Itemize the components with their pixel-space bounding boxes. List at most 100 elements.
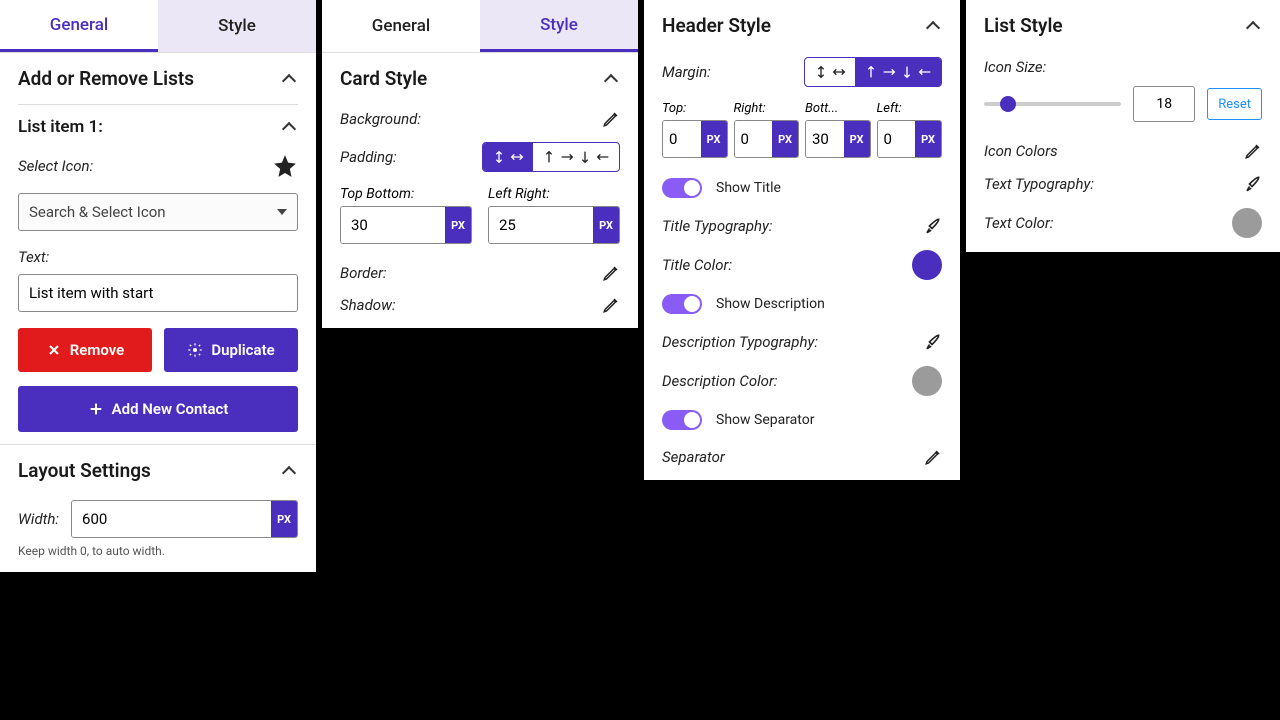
section-toggle-layout[interactable]: Layout Settings — [18, 459, 298, 482]
section-title: Header Style — [662, 14, 771, 37]
padding-linked-mode[interactable] — [483, 143, 533, 171]
border-row: Border: — [340, 264, 620, 282]
tab-style[interactable]: Style — [158, 0, 316, 52]
margin-bottom-input[interactable] — [806, 121, 844, 157]
select-placeholder: Search & Select Icon — [29, 203, 166, 221]
margin-left-input[interactable] — [878, 121, 916, 157]
description-color-row: Description Color: — [662, 366, 942, 396]
title-color-swatch[interactable] — [912, 250, 942, 280]
panel-header-style: Header Style Margin: Top: — [644, 0, 960, 480]
chevron-up-icon — [928, 19, 942, 33]
width-help-text: Keep width 0, to auto width. — [18, 544, 298, 558]
icon-size-input[interactable] — [1133, 86, 1195, 122]
panel-card-style: General Style Card Style Background: Pad… — [322, 0, 638, 328]
text-field-group: Text: — [18, 247, 298, 312]
pencil-icon[interactable] — [924, 448, 942, 466]
list-item-header[interactable]: List item 1: — [18, 117, 298, 137]
brush-icon[interactable] — [922, 216, 942, 236]
margin-left-label: Left: — [877, 101, 943, 116]
brush-icon[interactable] — [922, 332, 942, 352]
unit-badge[interactable]: PX — [844, 121, 870, 157]
padding-label: Padding: — [340, 148, 397, 166]
width-label: Width: — [18, 510, 59, 528]
margin-row: Margin: — [662, 57, 942, 87]
top-bottom-label: Top Bottom: — [340, 186, 472, 202]
icon-size-row: Reset — [984, 86, 1262, 122]
chevron-up-icon — [284, 72, 298, 86]
remove-button[interactable]: Remove — [18, 328, 152, 372]
panel-general: General Style Add or Remove Lists List i… — [0, 0, 316, 572]
description-color-swatch[interactable] — [912, 366, 942, 396]
icon-size-slider[interactable] — [984, 102, 1121, 106]
border-label: Border: — [340, 264, 387, 282]
unit-badge[interactable]: PX — [271, 501, 297, 537]
chevron-up-icon — [284, 464, 298, 478]
brush-icon[interactable] — [1242, 174, 1262, 194]
pencil-icon[interactable] — [602, 296, 620, 314]
section-header-style: Header Style Margin: Top: — [644, 0, 960, 480]
separator-label: Separator — [662, 448, 725, 466]
chevron-up-icon — [606, 72, 620, 86]
title-typography-label: Title Typography: — [662, 217, 773, 235]
show-title-toggle[interactable] — [662, 178, 702, 198]
top-bottom-input-group: PX — [340, 206, 472, 244]
text-color-swatch[interactable] — [1232, 208, 1262, 238]
section-title: List Style — [984, 14, 1063, 37]
unit-badge[interactable]: PX — [915, 121, 941, 157]
remove-label: Remove — [70, 341, 125, 359]
description-typography-row: Description Typography: — [662, 332, 942, 352]
description-typography-label: Description Typography: — [662, 333, 818, 351]
margin-values: Top: PX Right: PX Bott... PX Left: PX — [662, 101, 942, 158]
duplicate-button[interactable]: Duplicate — [164, 328, 298, 372]
section-card-style: Card Style Background: Padding: — [322, 53, 638, 328]
show-title-row: Show Title — [662, 178, 942, 198]
section-toggle-add-remove[interactable]: Add or Remove Lists — [18, 67, 298, 90]
reset-button[interactable]: Reset — [1207, 88, 1262, 120]
text-input[interactable] — [18, 274, 298, 312]
padding-direction-toggle — [482, 142, 620, 172]
width-input[interactable] — [72, 501, 271, 537]
unit-badge[interactable]: PX — [772, 121, 798, 157]
show-separator-toggle[interactable] — [662, 410, 702, 430]
separator-row: Separator — [662, 448, 942, 466]
margin-bottom-label: Bott... — [805, 101, 871, 116]
icon-select[interactable]: Search & Select Icon — [18, 193, 298, 231]
show-description-toggle[interactable] — [662, 294, 702, 314]
star-icon — [272, 153, 298, 179]
margin-top-label: Top: — [662, 101, 728, 116]
icon-colors-row: Icon Colors — [984, 142, 1262, 160]
slider-thumb[interactable] — [1000, 96, 1016, 112]
margin-individual-mode[interactable] — [855, 58, 941, 86]
margin-right-input[interactable] — [735, 121, 773, 157]
section-layout-settings: Layout Settings Width: PX Keep width 0, … — [0, 444, 316, 572]
text-color-row: Text Color: — [984, 208, 1262, 238]
tab-general[interactable]: General — [322, 0, 480, 52]
pencil-icon[interactable] — [602, 264, 620, 282]
add-new-contact-button[interactable]: Add New Contact — [18, 386, 298, 432]
unit-badge[interactable]: PX — [593, 207, 619, 243]
top-bottom-input[interactable] — [341, 207, 445, 243]
show-description-label: Show Description — [716, 296, 825, 312]
unit-badge[interactable]: PX — [701, 121, 727, 157]
margin-right-label: Right: — [734, 101, 800, 116]
padding-individual-mode[interactable] — [533, 143, 619, 171]
show-separator-row: Show Separator — [662, 410, 942, 430]
tabs: General Style — [0, 0, 316, 53]
padding-values: Top Bottom: PX Left Right: PX — [340, 186, 620, 244]
section-toggle-card-style[interactable]: Card Style — [340, 67, 620, 90]
margin-top-input[interactable] — [663, 121, 701, 157]
pencil-icon[interactable] — [602, 110, 620, 128]
tab-style[interactable]: Style — [480, 0, 638, 52]
show-separator-label: Show Separator — [716, 412, 814, 428]
tab-general[interactable]: General — [0, 0, 158, 52]
chevron-up-icon — [284, 120, 298, 134]
text-label: Text: — [18, 248, 49, 266]
section-toggle-list-style[interactable]: List Style — [984, 14, 1262, 37]
unit-badge[interactable]: PX — [445, 207, 471, 243]
show-title-label: Show Title — [716, 180, 781, 196]
left-right-input[interactable] — [489, 207, 593, 243]
margin-linked-mode[interactable] — [805, 58, 855, 86]
section-toggle-header-style[interactable]: Header Style — [662, 14, 942, 37]
text-typography-row: Text Typography: — [984, 174, 1262, 194]
pencil-icon[interactable] — [1244, 142, 1262, 160]
